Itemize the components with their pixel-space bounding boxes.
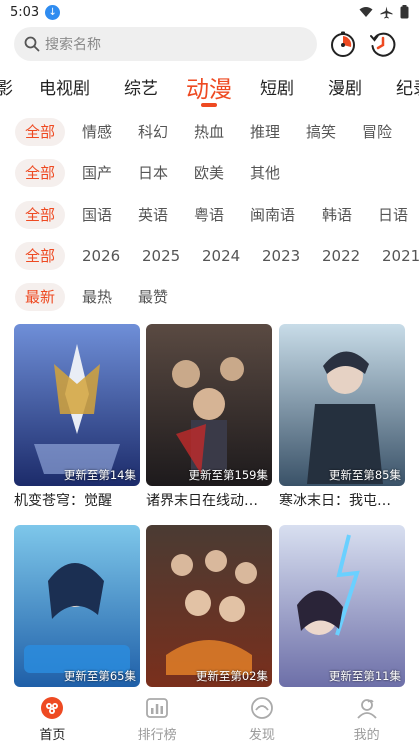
anime-card[interactable]: 更新至第159集 诸界末日在线动… bbox=[146, 324, 272, 510]
filter-chip[interactable]: 全部 bbox=[15, 201, 66, 229]
filter-chip[interactable]: 情感 bbox=[82, 118, 112, 146]
live-timer-button[interactable] bbox=[329, 30, 357, 58]
nav-label: 排行榜 bbox=[137, 728, 177, 743]
tab-comic-drama[interactable]: 漫剧 bbox=[328, 74, 362, 99]
history-icon bbox=[370, 32, 396, 57]
profile-icon bbox=[355, 696, 379, 720]
tab-short-drama[interactable]: 短剧 bbox=[260, 74, 294, 99]
filter-chip[interactable]: 科幻 bbox=[138, 118, 168, 146]
bottom-navigation: 首页 排行榜 发现 我的 bbox=[0, 688, 419, 745]
nav-label: 我的 bbox=[353, 728, 380, 743]
nav-home[interactable]: 首页 bbox=[0, 688, 105, 745]
episode-badge: 更新至第11集 bbox=[328, 669, 401, 683]
filter-chip[interactable]: 全部 bbox=[15, 118, 66, 146]
filter-chip[interactable]: 最赞 bbox=[138, 283, 168, 311]
anime-card[interactable]: 更新至第65集 bbox=[14, 525, 140, 691]
search-placeholder: 搜索名称 bbox=[45, 37, 101, 53]
filter-row-region: 全部 国产 日本 欧美 其他 bbox=[0, 157, 419, 189]
discover-icon bbox=[250, 696, 274, 720]
episode-badge: 更新至第14集 bbox=[63, 468, 136, 482]
anime-card[interactable]: 更新至第85集 寒冰末日：我屯… bbox=[279, 324, 405, 510]
wifi-icon bbox=[359, 7, 373, 17]
tab-variety[interactable]: 综艺 bbox=[124, 74, 158, 99]
anime-card[interactable]: 更新至第11集 bbox=[279, 525, 405, 691]
filter-chip[interactable]: 日语 bbox=[378, 201, 408, 229]
filter-chip[interactable]: 日本 bbox=[138, 159, 168, 187]
tab-anime[interactable]: 动漫 bbox=[186, 70, 232, 104]
timer-icon bbox=[331, 31, 355, 57]
poster-image: 更新至第14集 bbox=[14, 324, 140, 486]
poster-image: 更新至第02集 bbox=[146, 525, 272, 687]
poster-image: 更新至第159集 bbox=[146, 324, 272, 486]
nav-ranking[interactable]: 排行榜 bbox=[105, 688, 210, 745]
filter-chip[interactable]: 国语 bbox=[82, 201, 112, 229]
home-icon bbox=[40, 696, 64, 720]
filter-chip[interactable]: 冒险 bbox=[362, 118, 392, 146]
filter-chip[interactable]: 最新 bbox=[15, 283, 66, 311]
filter-row-language: 全部 国语 英语 粤语 闽南语 韩语 日语 bbox=[0, 199, 419, 231]
card-title: 机变苍穹：觉醒 bbox=[14, 493, 112, 509]
nav-discover[interactable]: 发现 bbox=[210, 688, 315, 745]
filter-chip[interactable]: 2025 bbox=[142, 242, 180, 270]
filter-chip[interactable]: 闽南语 bbox=[250, 201, 295, 229]
filter-chip[interactable]: 2021 bbox=[382, 242, 419, 270]
filter-chip[interactable]: 韩语 bbox=[322, 201, 352, 229]
tab-movie[interactable]: 影 bbox=[0, 74, 13, 99]
filter-chip[interactable]: 英语 bbox=[138, 201, 168, 229]
episode-badge: 更新至第65集 bbox=[63, 669, 136, 683]
battery-icon bbox=[400, 5, 409, 19]
filter-row-sort: 最新 最热 最赞 bbox=[0, 281, 419, 313]
search-icon bbox=[24, 36, 40, 52]
active-tab-indicator bbox=[201, 103, 217, 107]
ranking-icon bbox=[145, 696, 169, 720]
filter-chip[interactable]: 2026 bbox=[82, 242, 120, 270]
search-input[interactable]: 搜索名称 bbox=[14, 27, 317, 61]
nav-profile[interactable]: 我的 bbox=[314, 688, 419, 745]
filter-chip[interactable]: 2024 bbox=[202, 242, 240, 270]
anime-card[interactable]: 更新至第02集 bbox=[146, 525, 272, 691]
card-title: 寒冰末日：我屯… bbox=[279, 493, 391, 509]
filter-chip[interactable]: 欧美 bbox=[194, 159, 224, 187]
airplane-icon bbox=[380, 6, 393, 18]
filter-chip[interactable]: 推理 bbox=[250, 118, 280, 146]
status-time: 5:03 bbox=[10, 4, 40, 20]
nav-label: 首页 bbox=[39, 728, 66, 743]
filter-chip[interactable]: 最热 bbox=[82, 283, 112, 311]
episode-badge: 更新至第85集 bbox=[328, 468, 401, 482]
nav-label: 发现 bbox=[248, 728, 275, 743]
tab-tv-series[interactable]: 电视剧 bbox=[39, 74, 90, 99]
poster-image: 更新至第65集 bbox=[14, 525, 140, 687]
anime-card[interactable]: 更新至第14集 机变苍穹：觉醒 bbox=[14, 324, 140, 510]
filter-row-year: 全部 2026 2025 2024 2023 2022 2021 bbox=[0, 240, 419, 272]
episode-badge: 更新至第159集 bbox=[188, 468, 268, 482]
history-button[interactable] bbox=[369, 30, 397, 58]
filter-chip[interactable]: 全部 bbox=[15, 242, 66, 270]
filter-chip[interactable]: 搞笑 bbox=[306, 118, 336, 146]
status-icons bbox=[359, 5, 409, 19]
filter-chip[interactable]: 全部 bbox=[15, 159, 66, 187]
download-icon: ↓ bbox=[45, 4, 61, 20]
poster-image: 更新至第11集 bbox=[279, 525, 405, 687]
filter-chip[interactable]: 其他 bbox=[250, 159, 280, 187]
filter-chip[interactable]: 国产 bbox=[82, 159, 112, 187]
tab-documentary[interactable]: 纪录 bbox=[396, 74, 419, 99]
filter-chip[interactable]: 2023 bbox=[262, 242, 300, 270]
filter-chip[interactable]: 2022 bbox=[322, 242, 360, 270]
status-bar: 5:03 ↓ bbox=[0, 0, 419, 24]
filter-chip[interactable]: 粤语 bbox=[194, 201, 224, 229]
poster-image: 更新至第85集 bbox=[279, 324, 405, 486]
filter-chip[interactable]: 热血 bbox=[194, 118, 224, 146]
card-title: 诸界末日在线动… bbox=[146, 493, 258, 509]
filter-row-genre: 全部 情感 科幻 热血 推理 搞笑 冒险 bbox=[0, 116, 419, 148]
top-bar: 搜索名称 bbox=[14, 27, 409, 61]
episode-badge: 更新至第02集 bbox=[195, 669, 268, 683]
